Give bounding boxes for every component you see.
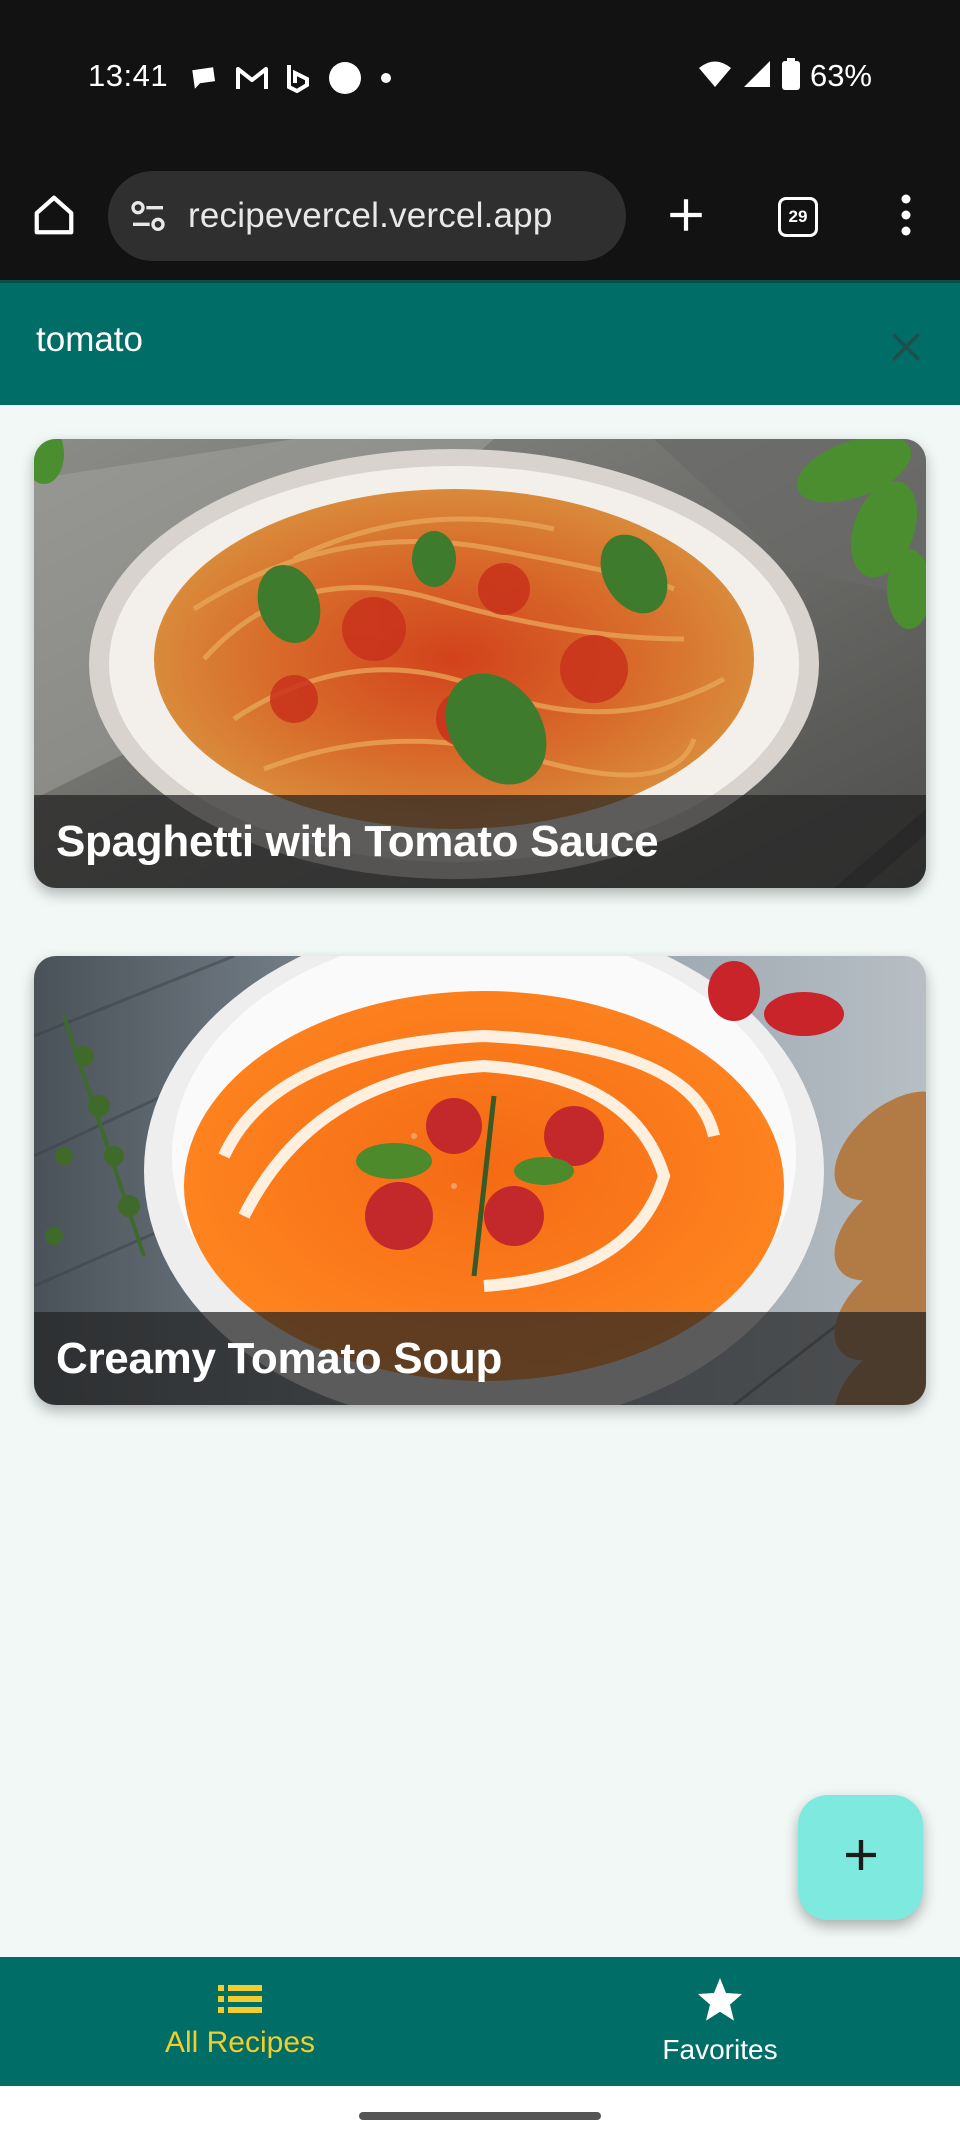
nav-label-all-recipes: All Recipes xyxy=(164,2026,316,2059)
address-bar[interactable]: recipevercel.vercel.app xyxy=(108,171,626,261)
status-bar: 13:41 63% xyxy=(0,0,960,155)
tab-switcher-button[interactable]: 29 xyxy=(758,177,838,257)
recipe-caption: Spaghetti with Tomato Sauce xyxy=(34,795,926,888)
recipe-caption: Creamy Tomato Soup xyxy=(34,1312,926,1405)
close-icon xyxy=(889,330,923,369)
url-text: recipevercel.vercel.app xyxy=(188,196,553,235)
site-settings-icon[interactable] xyxy=(126,194,170,238)
battery-icon xyxy=(781,57,800,95)
search-header xyxy=(0,280,960,405)
recipe-title: Creamy Tomato Soup xyxy=(56,1333,503,1383)
dot-icon xyxy=(380,72,392,84)
new-tab-button[interactable] xyxy=(646,177,726,257)
star-icon xyxy=(696,1977,744,2028)
menu-button[interactable] xyxy=(866,177,946,257)
system-status: 63% xyxy=(698,56,872,96)
tab-count: 29 xyxy=(778,197,818,237)
home-button[interactable] xyxy=(14,177,94,257)
clear-search-button[interactable] xyxy=(876,319,936,379)
home-icon xyxy=(31,192,77,243)
bottom-navigation: All Recipes Favorites xyxy=(0,1957,960,2086)
list-icon xyxy=(218,1983,262,2020)
plus-icon xyxy=(841,1835,881,1880)
system-navigation-bar xyxy=(0,2086,960,2142)
nav-label-favorites: Favorites xyxy=(662,2034,778,2065)
bing-icon xyxy=(286,63,310,93)
nav-item-favorites[interactable]: Favorites xyxy=(480,1957,960,2086)
add-recipe-button[interactable] xyxy=(798,1795,923,1920)
browser-toolbar: recipevercel.vercel.app 29 xyxy=(0,155,960,280)
home-indicator[interactable] xyxy=(359,2112,601,2120)
recipe-card[interactable]: Creamy Tomato Soup xyxy=(34,956,926,1405)
wifi-icon xyxy=(698,59,732,94)
plus-icon xyxy=(665,194,707,241)
chat-bubble-icon xyxy=(190,64,218,92)
recipe-card[interactable]: Spaghetti with Tomato Sauce xyxy=(34,439,926,888)
signal-icon xyxy=(742,59,772,94)
battery-percentage: 63% xyxy=(809,58,872,93)
recipe-title: Spaghetti with Tomato Sauce xyxy=(56,816,659,866)
status-time: 13:41 xyxy=(88,58,169,93)
gmail-icon xyxy=(236,65,268,91)
circle-icon xyxy=(328,61,362,95)
search-input[interactable] xyxy=(36,305,856,375)
nav-item-all-recipes[interactable]: All Recipes xyxy=(0,1957,480,2086)
more-vert-icon xyxy=(900,194,912,241)
notification-icons xyxy=(190,58,392,98)
